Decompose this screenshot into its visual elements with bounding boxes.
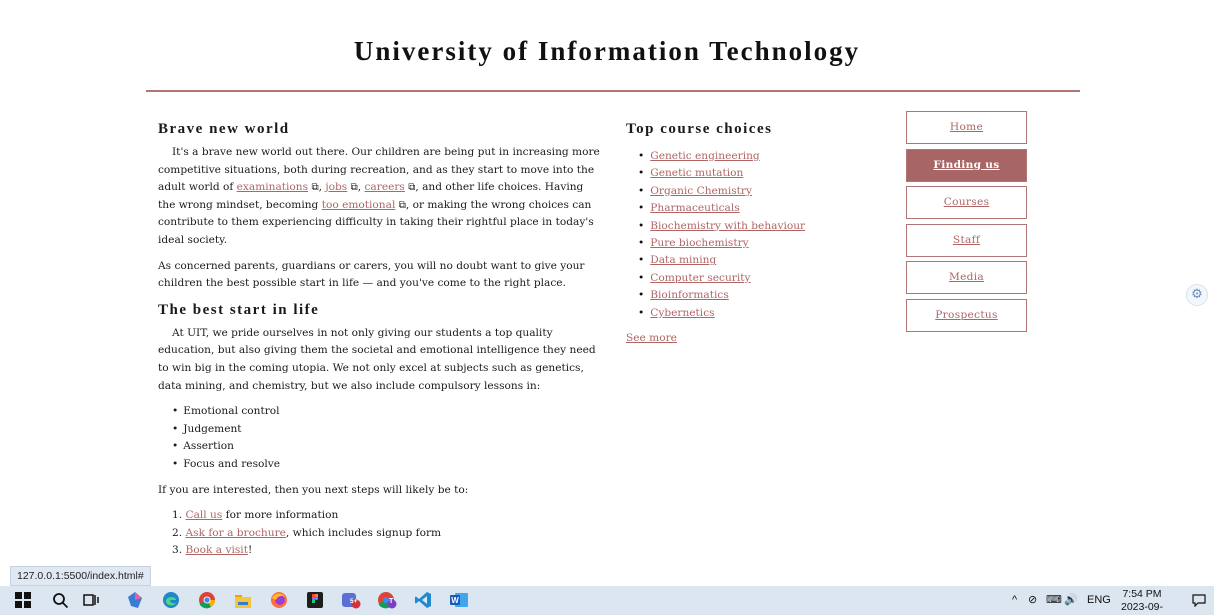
language-indicator[interactable]: ENG [1087,586,1111,615]
clock-date: 2023-09-18 [1120,600,1164,615]
windows-taskbar: 5+ T W ^ ⊘ ⌨ 🔊 ENG 7:54 PM 2023-09-18 [0,586,1214,615]
course-link[interactable]: Pure biochemistry [650,237,748,249]
course-link[interactable]: Biochemistry with behaviour [650,220,805,232]
course-link[interactable]: Data mining [650,254,716,266]
lessons-list: Emotional control Judgement Assertion Fo… [172,403,600,473]
nav-prospectus[interactable]: Prospectus [906,298,1027,332]
title-divider [146,90,1080,92]
word-icon[interactable]: W [448,590,469,611]
list-item: Genetic mutation [638,165,846,182]
external-link-icon: ⧉ [350,182,358,194]
course-link[interactable]: Genetic mutation [650,167,743,179]
link-jobs[interactable]: jobs [325,181,347,193]
separator: , [357,181,365,194]
volume-icon[interactable]: 🔊 [1064,586,1078,615]
external-link-icon: ⧉ [398,199,406,211]
uit-paragraph: At UIT, we pride ourselves in not only g… [158,326,596,392]
external-link-icon: ⧉ [311,182,319,194]
section-title-brave-new-world: Brave new world [158,121,290,137]
main-content: Brave new world It's a brave new world o… [158,120,600,560]
next-steps-list: 1. Call us for more information 2. Ask f… [172,507,600,560]
course-link[interactable]: Organic Chemistry [650,185,752,197]
parents-paragraph: As concerned parents, guardians or carer… [158,259,585,290]
list-item: Assertion [172,438,600,456]
see-more-link[interactable]: See more [626,330,677,347]
link-careers[interactable]: careers [365,181,405,193]
vscode-icon[interactable] [412,590,433,611]
course-list: Genetic engineering Genetic mutation Org… [638,148,846,322]
teams-badge: 5+ [350,598,358,605]
course-link[interactable]: Cybernetics [650,307,714,319]
courses-title: Top course choices [626,121,773,137]
notification-icon[interactable] [1192,586,1206,615]
list-item: Data mining [638,252,846,269]
link-book-a-visit[interactable]: Book a visit [185,544,247,556]
list-item: Organic Chemistry [638,183,846,200]
input-method-icon[interactable]: ⌨ [1046,586,1062,615]
clock-time: 7:54 PM [1122,588,1162,600]
teams-icon[interactable]: 5+ [340,590,361,611]
list-item: 3. Book a visit! [172,542,600,560]
edge-icon[interactable] [160,590,181,611]
link-call-us[interactable]: Call us [185,509,222,521]
next-steps-intro: If you are interested, then you next ste… [158,483,469,496]
list-item: 1. Call us for more information [172,507,600,525]
list-item: Biochemistry with behaviour [638,218,846,235]
chevron-up-icon[interactable]: ^ [1012,586,1017,615]
list-item: Bioinformatics [638,287,846,304]
step-number: 2. [172,526,183,539]
nav-staff[interactable]: Staff [906,223,1027,257]
windows-start-icon[interactable] [12,590,33,611]
svg-text:W: W [451,596,459,605]
chrome-icon[interactable] [196,590,217,611]
course-link[interactable]: Bioinformatics [650,289,729,301]
main-nav: Home Finding us Courses Staff Media Pros… [906,111,1027,337]
course-link[interactable]: Genetic engineering [650,150,759,162]
nav-courses[interactable]: Courses [906,186,1027,220]
network-icon[interactable]: ⊘ [1028,586,1037,615]
nav-finding-us[interactable]: Finding us [906,148,1027,182]
browser-sidebar-widget-icon[interactable]: ⚙ [1186,284,1208,306]
file-explorer-icon[interactable] [232,590,253,611]
profile-badge: T [389,598,394,605]
list-item: Judgement [172,421,600,439]
page-title: University of Information Technology [353,36,861,66]
course-choices: Top course choices Genetic engineering G… [626,120,846,347]
nav-home[interactable]: Home [906,111,1027,144]
list-item: Computer security [638,270,846,287]
copilot-icon[interactable] [124,590,145,611]
course-link[interactable]: Pharmaceuticals [650,202,739,214]
figma-icon[interactable] [304,590,325,611]
chrome-profile-icon[interactable]: T [376,590,397,611]
step-text: , which includes signup form [285,526,442,539]
link-too-emotional[interactable]: too emotional [322,199,396,211]
step-number: 1. [172,509,183,522]
list-item: Emotional control [172,403,600,421]
search-icon[interactable] [50,590,71,611]
list-item: Pharmaceuticals [638,200,846,217]
course-link[interactable]: Computer security [650,272,750,284]
taskbar-clock[interactable]: 7:54 PM 2023-09-18 [1120,588,1164,615]
step-text: for more information [222,509,339,522]
list-item: Pure biochemistry [638,235,846,252]
link-ask-for-brochure[interactable]: Ask for a brochure [185,527,285,539]
task-view-icon[interactable] [80,590,101,611]
list-item: Focus and resolve [172,456,600,474]
list-item: Genetic engineering [638,148,846,165]
list-item: 2. Ask for a brochure, which includes si… [172,525,600,543]
firefox-icon[interactable] [268,590,289,611]
link-status-url: 127.0.0.1:5500/index.html# [10,566,151,586]
link-examinations[interactable]: examinations [237,181,308,193]
intro-paragraph: It's a brave new world out there. Our ch… [158,144,600,250]
list-item: Cybernetics [638,305,846,322]
nav-media[interactable]: Media [906,261,1027,295]
section-title-best-start: The best start in life [158,301,320,318]
step-number: 3. [172,544,183,557]
step-text: ! [247,544,253,557]
